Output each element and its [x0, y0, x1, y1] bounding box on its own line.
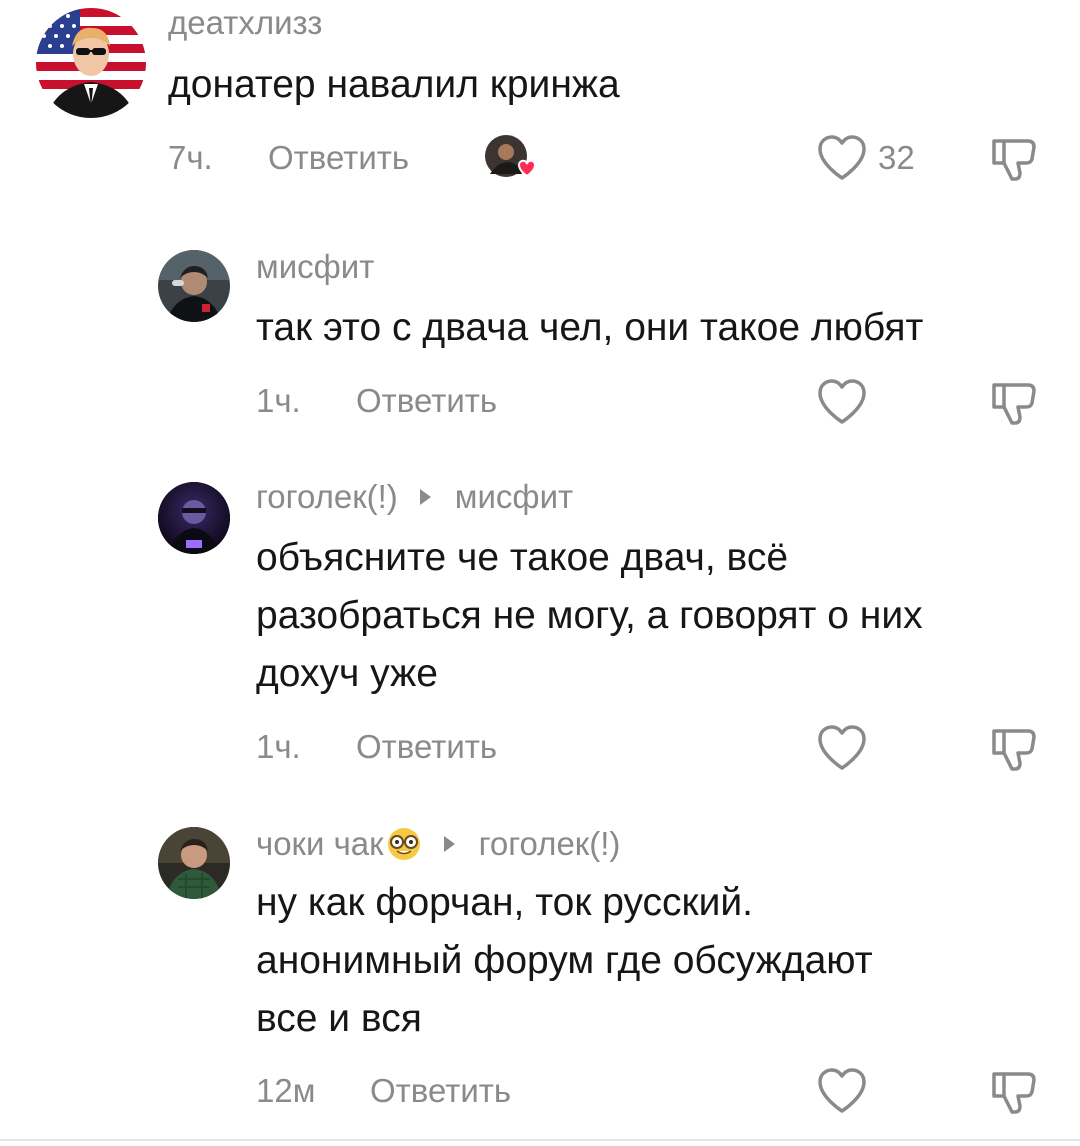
comment-misfit: мисфит так это с двача чел, они такое лю…	[0, 240, 1080, 440]
heart-outline-icon	[818, 1068, 866, 1113]
like-button[interactable]	[816, 1067, 868, 1115]
comment-text-line: объясните че такое двач, всё	[256, 536, 789, 579]
comment-timestamp: 12м	[256, 1072, 316, 1109]
comment-text: объясните че такое двач, всё разобраться…	[256, 529, 923, 703]
comment-timestamp: 1ч.	[256, 728, 301, 765]
thumbs-down-outline-icon	[992, 729, 1036, 771]
username-text[interactable]: гоголек(!)	[256, 478, 398, 516]
like-button[interactable]: 32	[816, 134, 915, 182]
triangle-right-icon	[419, 489, 431, 505]
comment-username: гоголек(!) мисфит	[256, 478, 573, 516]
divider	[0, 1139, 1080, 1141]
heart-outline-icon	[818, 379, 866, 424]
nerd-face-emoji-icon	[387, 828, 420, 860]
thumbs-down-outline-icon	[992, 1072, 1036, 1114]
like-button[interactable]	[816, 724, 868, 772]
like-count: 32	[878, 139, 915, 176]
reply-button[interactable]: Ответить	[370, 1072, 511, 1110]
dislike-button[interactable]	[990, 727, 1038, 778]
username-text[interactable]: чоки чак	[256, 825, 384, 863]
thumbs-down-outline-icon	[992, 383, 1036, 425]
comment-text: так это с двача чел, они такое любят	[256, 299, 923, 357]
comment-timestamp: 1ч.	[256, 382, 301, 419]
username-text[interactable]: деатхлизз	[168, 4, 322, 42]
comment-text-line: разобраться не могу, а говорят о них	[256, 594, 923, 637]
comment-username[interactable]: деатхлизз	[168, 4, 322, 42]
thumbs-down-outline-icon	[992, 139, 1036, 181]
avatar[interactable]	[158, 827, 230, 899]
reply-to-username[interactable]: мисфит	[455, 478, 573, 516]
comment-text-line: дохуч уже	[256, 652, 438, 695]
comment-text: донатер навалил кринжа	[168, 56, 620, 114]
comment-username[interactable]: мисфит	[256, 248, 374, 286]
dislike-button[interactable]	[990, 137, 1038, 188]
comment-gogolek: гоголек(!) мисфит объясните че такое два…	[0, 470, 1080, 790]
comment-text-line: анонимный форум где обсуждают	[256, 939, 873, 982]
dislike-button[interactable]	[990, 1070, 1038, 1121]
comment-username: чоки чак гоголек(!)	[256, 825, 620, 863]
avatar[interactable]	[158, 482, 230, 554]
comment-text-line: ну как форчан, ток русский.	[256, 881, 754, 924]
like-button[interactable]	[816, 378, 868, 426]
comment-timestamp: 7ч.	[168, 139, 213, 176]
comment-deathlizz: деатхлизз донатер навалил кринжа 7ч. Отв…	[0, 0, 1080, 200]
comment-text-line: так это с двача чел, они такое любят	[256, 306, 924, 349]
comment-text: ну как форчан, ток русский. анонимный фо…	[256, 874, 873, 1048]
reply-button[interactable]: Ответить	[268, 139, 409, 177]
reply-button[interactable]: Ответить	[356, 382, 497, 420]
triangle-right-icon	[443, 836, 455, 852]
avatar[interactable]	[158, 250, 230, 322]
reply-button[interactable]: Ответить	[356, 728, 497, 766]
creator-liked-avatar	[484, 134, 537, 186]
username-text[interactable]: мисфит	[256, 248, 374, 286]
comment-text-line: все и вся	[256, 997, 422, 1040]
reply-to-username[interactable]: гоголек(!)	[479, 825, 621, 863]
dislike-button[interactable]	[990, 381, 1038, 432]
comment-text-line: донатер навалил кринжа	[168, 63, 620, 106]
comment-choki-chak: чоки чак гоголек(!) ну как форчан, ток р…	[0, 815, 1080, 1135]
heart-outline-icon	[818, 725, 866, 770]
heart-outline-icon	[818, 135, 866, 180]
avatar[interactable]	[36, 8, 146, 118]
